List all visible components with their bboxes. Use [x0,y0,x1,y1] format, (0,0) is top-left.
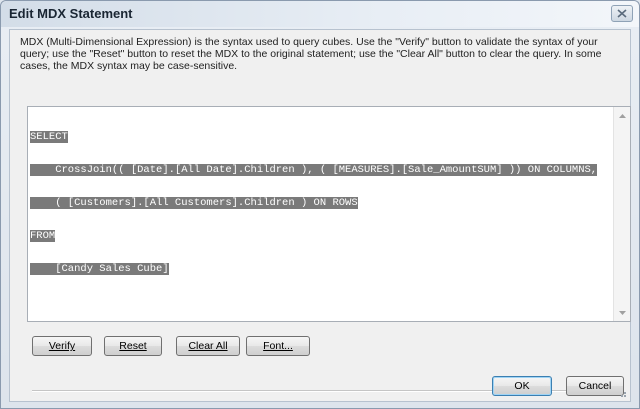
close-button[interactable] [611,5,633,22]
code-line: CrossJoin(( [Date].[All Date].Children )… [30,164,598,176]
scroll-up-arrow-icon[interactable] [618,111,627,120]
reset-button[interactable]: Reset [104,336,162,356]
mdx-code[interactable]: SELECT CrossJoin(( [Date].[All Date].Chi… [30,110,612,297]
code-line: SELECT [30,131,68,143]
close-icon [617,9,627,18]
dialog-title: Edit MDX Statement [9,6,133,21]
mdx-editor[interactable]: SELECT CrossJoin(( [Date].[All Date].Chi… [27,106,631,322]
edit-mdx-dialog: Edit MDX Statement MDX (Multi-Dimensiona… [0,0,640,409]
code-line: [Candy Sales Cube] [30,263,169,275]
scroll-down-arrow-icon[interactable] [618,308,627,317]
font-button[interactable]: Font... [246,336,310,356]
description-text: MDX (Multi-Dimensional Expression) is th… [20,36,602,72]
title-bar: Edit MDX Statement [1,1,639,27]
code-line: ( [Customers].[All Customers].Children )… [30,197,358,209]
resize-grip-icon[interactable] [617,388,627,398]
verify-button[interactable]: Verify [32,336,92,356]
code-line: FROM [30,230,56,242]
cancel-button[interactable]: Cancel [566,376,624,396]
dialog-client-area: MDX (Multi-Dimensional Expression) is th… [9,29,631,402]
vertical-scrollbar[interactable] [613,107,630,321]
clear-all-button[interactable]: Clear All [176,336,240,356]
ok-button[interactable]: OK [492,376,552,396]
